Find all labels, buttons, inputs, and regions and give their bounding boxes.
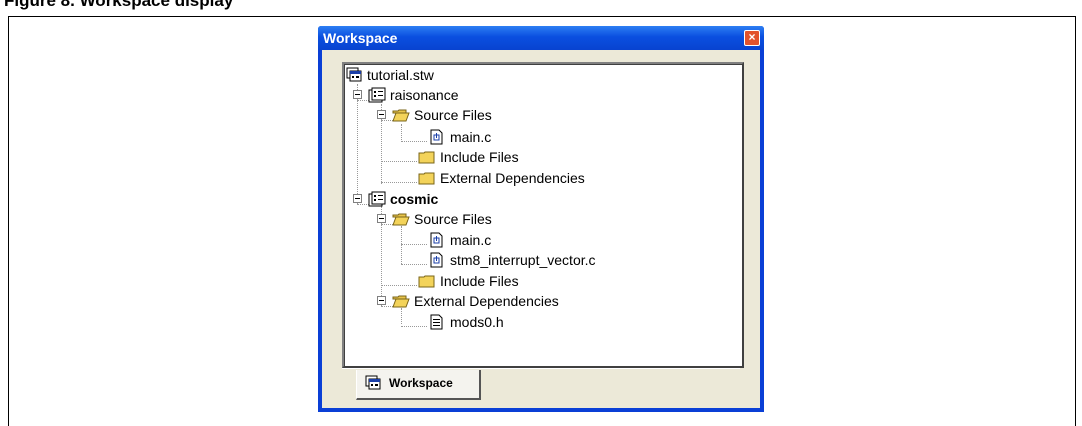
figure-frame-top — [8, 16, 1076, 17]
tree-item-label: stm8_interrupt_vector.c — [450, 252, 596, 268]
workspace-window: Workspace × tutorial.stw raisonance Sour… — [318, 26, 764, 412]
title-bar[interactable]: Workspace × — [318, 26, 764, 50]
tree-item-label: cosmic — [390, 191, 439, 207]
tree-item-label: tutorial.stw — [367, 67, 434, 83]
tree-connector — [401, 264, 427, 266]
tree-connector — [401, 326, 427, 328]
folder-open-icon — [392, 109, 410, 122]
collapse-toggle[interactable] — [377, 296, 386, 305]
tree-item-label: External Dependencies — [440, 170, 585, 186]
tab-workspace[interactable]: Workspace — [356, 370, 481, 400]
tree-item-label: Include Files — [440, 273, 519, 289]
tab-label: Workspace — [389, 376, 453, 390]
folder-closed-icon — [418, 275, 435, 288]
tree-item-label: main.c — [450, 129, 492, 145]
tree-connector — [381, 182, 417, 184]
collapse-toggle[interactable] — [353, 194, 362, 203]
folder-open-icon — [392, 213, 410, 226]
tree-connector — [401, 308, 403, 324]
header-file-icon — [430, 314, 443, 330]
folder-open-icon — [392, 295, 410, 308]
collapse-toggle[interactable] — [377, 110, 386, 119]
figure-caption: Figure 8. Workspace display — [0, 0, 1082, 16]
workspace-icon — [346, 67, 362, 82]
close-icon: × — [748, 30, 756, 44]
tab-strip-line — [342, 368, 740, 369]
tree-connector — [401, 244, 427, 246]
collapse-toggle[interactable] — [377, 214, 386, 223]
tree-connector — [357, 84, 359, 204]
tree-item-label: Source Files — [414, 211, 492, 227]
tree-item-label: External Dependencies — [414, 293, 559, 309]
source-file-icon — [430, 129, 443, 145]
source-file-icon — [430, 232, 443, 248]
tree-item-label: main.c — [450, 232, 492, 248]
collapse-toggle[interactable] — [353, 90, 362, 99]
close-button[interactable]: × — [744, 30, 760, 46]
figure-caption-text: Figure 8. Workspace display — [4, 0, 234, 10]
workspace-icon — [365, 375, 381, 390]
tree-item-label: raisonance — [390, 87, 459, 103]
source-file-icon — [430, 252, 443, 268]
tree-connector — [401, 141, 427, 143]
folder-closed-icon — [418, 151, 435, 164]
project-icon — [368, 87, 386, 103]
tree-connector — [381, 285, 417, 287]
tree-item-label: Include Files — [440, 149, 519, 165]
tree-connector — [401, 124, 403, 142]
tree-item-label: Source Files — [414, 107, 492, 123]
tree-item-label: mods0.h — [450, 314, 504, 330]
folder-closed-icon — [418, 172, 435, 185]
figure-frame-right — [1075, 16, 1076, 426]
figure-frame-left — [8, 16, 9, 426]
tree-connector — [381, 161, 417, 163]
window-client-area: tutorial.stw raisonance Source Files mai… — [322, 50, 760, 408]
workspace-tree[interactable]: tutorial.stw raisonance Source Files mai… — [342, 62, 744, 368]
project-icon — [368, 191, 386, 207]
window-title: Workspace — [323, 30, 398, 46]
